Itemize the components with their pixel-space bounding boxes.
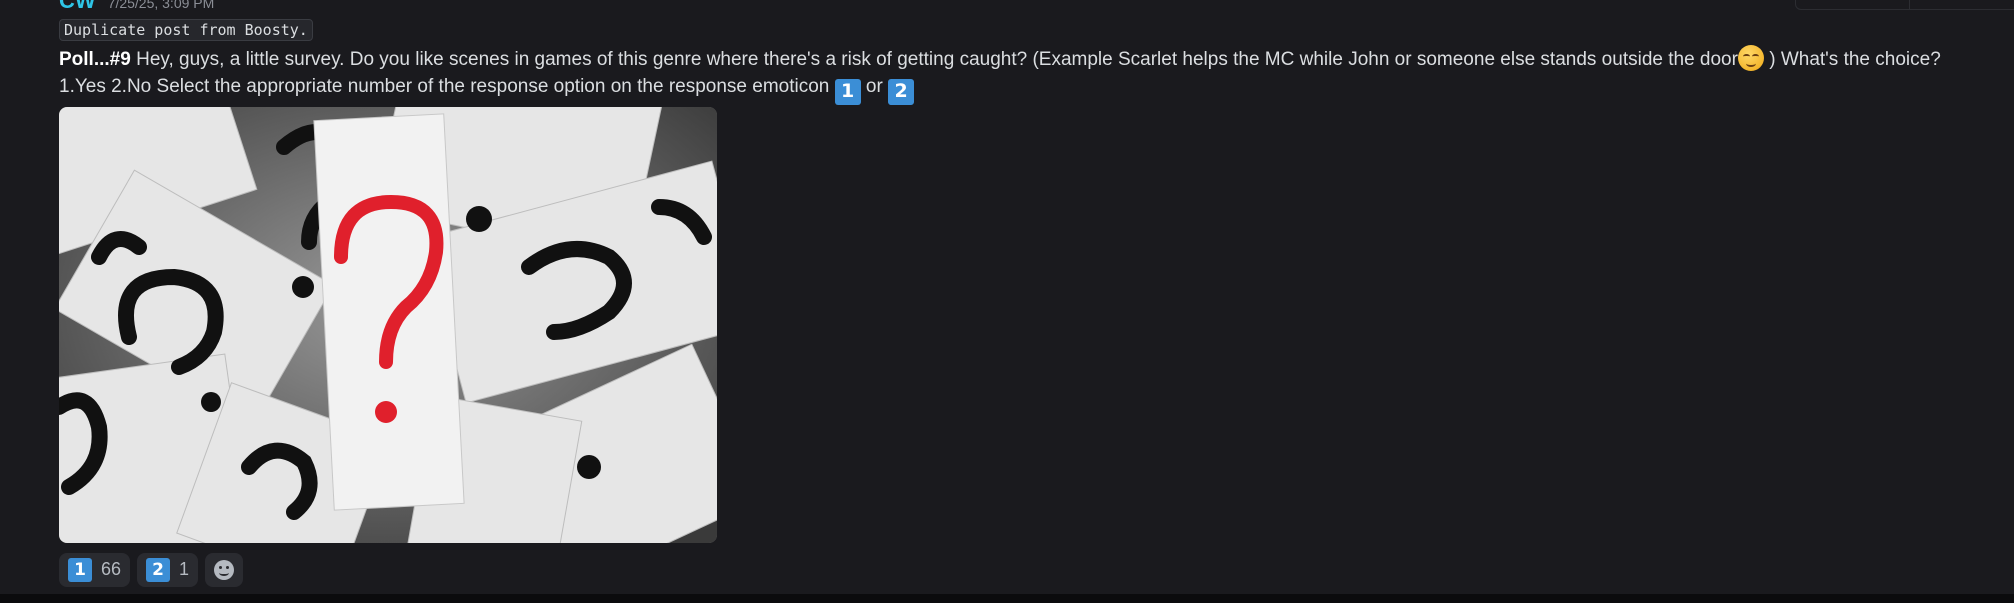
keycap-one-icon: 1 (68, 557, 92, 582)
inline-code-tag: Duplicate post from Boosty. (59, 19, 313, 41)
add-reaction-button[interactable] (205, 552, 244, 587)
message-body: Poll...#9 Hey, guys, a little survey. Do… (59, 45, 1989, 105)
reactions-bar: 1 66 2 1 (59, 552, 1989, 587)
poll-title: Poll...#9 (59, 49, 131, 70)
keycap-two-icon: 2 (888, 78, 915, 105)
chat-view: CW 7/25/25, 3:09 PM Duplicate post from … (0, 0, 2014, 603)
message-timestamp: 7/25/25, 3:09 PM (107, 0, 215, 11)
message-text-or: or (860, 76, 889, 97)
message-header: CW 7/25/25, 3:09 PM (59, 0, 1989, 12)
smiling-face-with-blush-icon (1737, 45, 1764, 71)
add-reaction-icon (214, 559, 235, 580)
bottom-edge (0, 594, 2014, 603)
reaction-count: 1 (179, 559, 190, 579)
reaction-keycap-two[interactable]: 2 1 (137, 552, 199, 587)
image-attachment[interactable] (59, 106, 717, 543)
reaction-keycap-one[interactable]: 1 66 (59, 552, 131, 587)
message-text-part-1: Hey, guys, a little survey. Do you like … (130, 49, 1738, 70)
keycap-one-icon: 1 (834, 78, 861, 105)
keycap-two-icon: 2 (146, 557, 171, 582)
author-name[interactable]: CW (59, 0, 96, 12)
reaction-count: 66 (101, 559, 122, 579)
chat-message: CW 7/25/25, 3:09 PM Duplicate post from … (59, 0, 1989, 587)
question-marks-image (59, 106, 717, 543)
